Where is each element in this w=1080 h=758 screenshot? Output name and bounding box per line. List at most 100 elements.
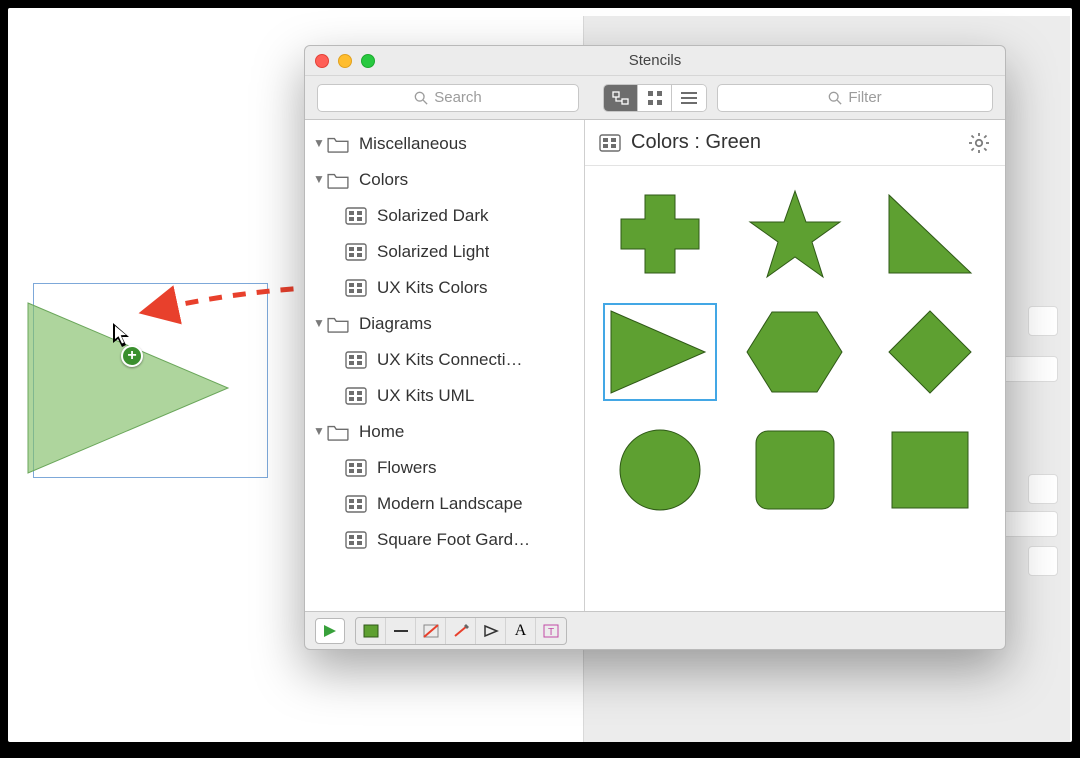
gear-icon[interactable] <box>967 131 991 155</box>
right-triangle-shape[interactable] <box>875 184 985 284</box>
tree-folder-colors[interactable]: ▼ Colors <box>305 162 584 198</box>
tree-item-label: Modern Landscape <box>377 494 523 514</box>
tree-item[interactable]: Flowers <box>305 450 584 486</box>
shape-grid[interactable] <box>585 166 1005 538</box>
folder-icon <box>327 171 349 189</box>
star-shape[interactable] <box>740 184 850 284</box>
pen-icon <box>452 623 470 639</box>
tree-folder-home[interactable]: ▼ Home <box>305 414 584 450</box>
rectangle-tool[interactable] <box>356 618 386 644</box>
list-view-button[interactable] <box>672 85 706 111</box>
tree-item[interactable]: Square Foot Gard… <box>305 522 584 558</box>
stencils-window[interactable]: Stencils Search Filter <box>304 45 1006 650</box>
tree-folder-miscellaneous[interactable]: ▼ Miscellaneous <box>305 126 584 162</box>
hierarchy-icon <box>612 91 630 105</box>
rounded-square-shape[interactable] <box>740 420 850 520</box>
window-title: Stencils <box>305 52 1005 69</box>
folder-icon <box>327 423 349 441</box>
traffic-lights <box>315 54 375 68</box>
tree-item[interactable]: UX Kits Connecti… <box>305 342 584 378</box>
grid-icon <box>648 91 662 105</box>
tree-item[interactable]: Modern Landscape <box>305 486 584 522</box>
text-a-icon: A <box>515 622 527 640</box>
disclosure-triangle-icon[interactable]: ▼ <box>313 136 327 150</box>
no-fill-tool[interactable] <box>416 618 446 644</box>
dragged-shape-ghost <box>18 293 248 483</box>
search-input[interactable]: Search <box>317 84 579 112</box>
stencil-detail: Colors : Green <box>585 120 1005 611</box>
rectangle-icon <box>363 624 379 638</box>
text-label-icon: T <box>542 623 560 639</box>
disclosure-triangle-icon[interactable]: ▼ <box>313 172 327 186</box>
tree-folder-diagrams[interactable]: ▼ Diagrams <box>305 306 584 342</box>
statusbar: A T <box>305 611 1005 649</box>
tree-folder-label: Colors <box>359 170 408 190</box>
stencil-icon <box>599 133 621 153</box>
tree-item-label: Solarized Dark <box>377 206 489 226</box>
plus-shape[interactable] <box>605 184 715 284</box>
outline-triangle-tool[interactable] <box>476 618 506 644</box>
stencil-icon <box>345 495 367 513</box>
stencil-icon <box>345 531 367 549</box>
detail-header: Colors : Green <box>585 120 1005 166</box>
tree-item-label: Square Foot Gard… <box>377 530 530 550</box>
tree-item-label: UX Kits Connecti… <box>377 350 523 370</box>
line-icon <box>392 624 410 638</box>
disclosure-triangle-icon[interactable]: ▼ <box>313 424 327 438</box>
play-button[interactable] <box>315 618 345 644</box>
tree-item[interactable]: Solarized Dark <box>305 198 584 234</box>
list-icon <box>681 92 697 104</box>
folder-icon <box>327 135 349 153</box>
folder-icon <box>327 315 349 333</box>
no-fill-icon <box>422 623 440 639</box>
stencil-icon <box>345 279 367 297</box>
search-icon <box>828 91 842 105</box>
tree-item-label: Flowers <box>377 458 437 478</box>
stencil-icon <box>345 459 367 477</box>
stencil-icon <box>345 243 367 261</box>
search-placeholder: Search <box>434 89 482 106</box>
tree-folder-label: Miscellaneous <box>359 134 467 154</box>
detail-title: Colors : Green <box>631 131 761 154</box>
filter-input[interactable]: Filter <box>717 84 993 112</box>
square-shape[interactable] <box>875 420 985 520</box>
tree-item[interactable]: UX Kits UML <box>305 378 584 414</box>
diamond-shape[interactable] <box>875 302 985 402</box>
stencil-icon <box>345 207 367 225</box>
tree-item-label: UX Kits UML <box>377 386 474 406</box>
svg-text:T: T <box>548 627 554 638</box>
disclosure-triangle-icon[interactable]: ▼ <box>313 316 327 330</box>
canvas-area[interactable]: + Stencils Search <box>8 8 1072 742</box>
window-titlebar[interactable]: Stencils <box>305 46 1005 76</box>
tree-item-label: UX Kits Colors <box>377 278 488 298</box>
stencil-tree[interactable]: ▼ Miscellaneous ▼ Colors Solarized Dark … <box>305 120 585 611</box>
tree-item[interactable]: UX Kits Colors <box>305 270 584 306</box>
text-tool[interactable]: A <box>506 618 536 644</box>
hierarchy-view-button[interactable] <box>604 85 638 111</box>
filter-placeholder: Filter <box>848 89 881 106</box>
tree-folder-label: Diagrams <box>359 314 432 334</box>
line-tool[interactable] <box>386 618 416 644</box>
tree-item[interactable]: Solarized Light <box>305 234 584 270</box>
tree-item-label: Solarized Light <box>377 242 489 262</box>
window-toolbar: Search Filter <box>305 76 1005 120</box>
stencil-icon <box>345 351 367 369</box>
tree-folder-label: Home <box>359 422 404 442</box>
play-triangle-shape[interactable] <box>605 302 715 402</box>
grid-view-button[interactable] <box>638 85 672 111</box>
copy-plus-badge-icon: + <box>121 345 143 367</box>
zoom-window-button[interactable] <box>361 54 375 68</box>
minimize-window-button[interactable] <box>338 54 352 68</box>
triangle-outline-icon <box>482 623 500 639</box>
search-icon <box>414 91 428 105</box>
circle-shape[interactable] <box>605 420 715 520</box>
play-icon <box>322 623 338 639</box>
window-body: ▼ Miscellaneous ▼ Colors Solarized Dark … <box>305 120 1005 611</box>
drawing-tools: A T <box>355 617 567 645</box>
hexagon-shape[interactable] <box>740 302 850 402</box>
close-window-button[interactable] <box>315 54 329 68</box>
stencil-icon <box>345 387 367 405</box>
view-mode-segmented <box>603 84 707 112</box>
pen-tool[interactable] <box>446 618 476 644</box>
text-label-tool[interactable]: T <box>536 618 566 644</box>
